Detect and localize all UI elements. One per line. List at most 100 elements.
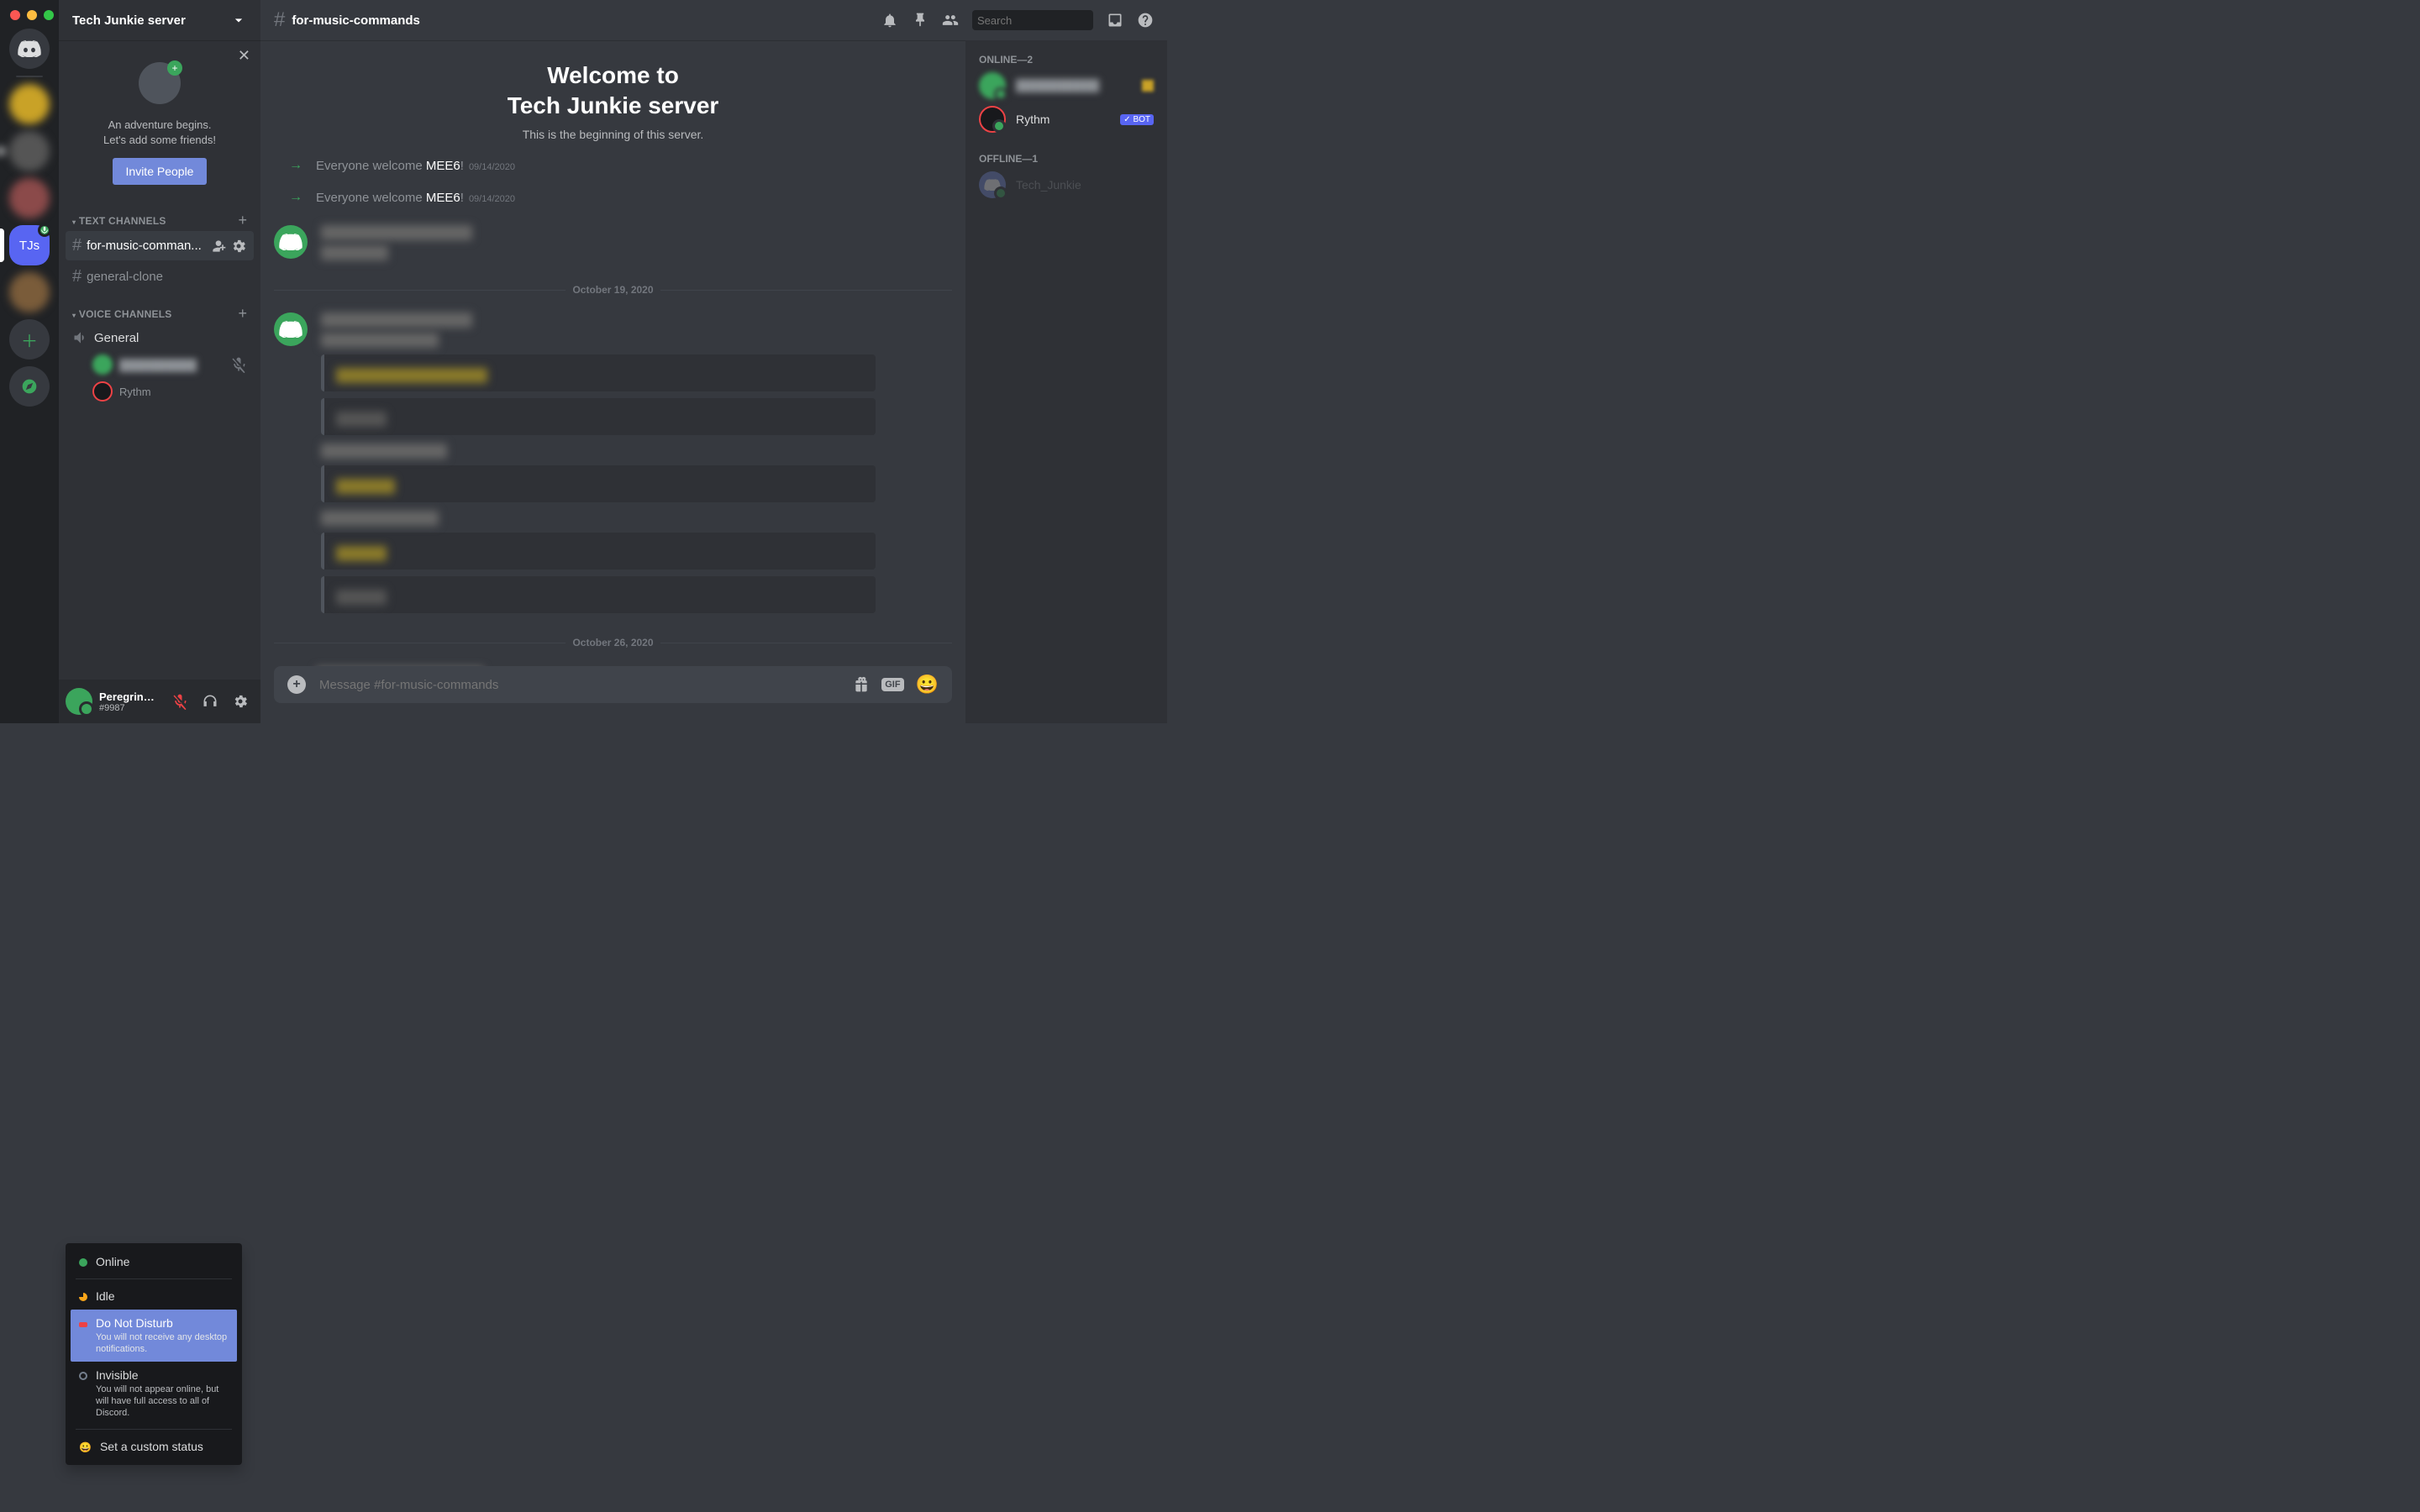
explore-button[interactable]: [9, 366, 50, 407]
pin-icon[interactable]: [912, 12, 929, 29]
messages-pane: Welcome toTech Junkie server This is the…: [260, 40, 965, 723]
invisible-icon: [79, 1372, 87, 1380]
embed: [321, 533, 876, 570]
voice-channel-general[interactable]: General: [66, 324, 254, 351]
add-channel-button[interactable]: +: [238, 212, 247, 229]
guild-item[interactable]: [9, 84, 50, 124]
server-name: Tech Junkie server: [72, 13, 186, 28]
close-icon[interactable]: ✕: [238, 47, 250, 65]
message-scroll[interactable]: Welcome toTech Junkie server This is the…: [260, 40, 965, 666]
minimize-window[interactable]: [27, 10, 37, 20]
date-divider: October 26, 2020: [274, 637, 952, 648]
channel-general-clone[interactable]: # general-clone: [66, 262, 254, 291]
emoji-button[interactable]: 😀: [916, 674, 939, 696]
window-controls: [10, 10, 54, 20]
chevron-down-icon: [230, 12, 247, 29]
invite-people-button[interactable]: Invite People: [113, 158, 208, 185]
guild-item[interactable]: [9, 131, 50, 171]
channel-title: for-music-commands: [292, 13, 881, 28]
system-join-message: → Everyone welcome MEE6!09/14/2020: [274, 186, 952, 208]
status-idle[interactable]: Idle: [71, 1283, 237, 1310]
status-online[interactable]: Online: [71, 1248, 237, 1275]
members-icon[interactable]: [942, 12, 959, 29]
search-box[interactable]: [972, 10, 1093, 30]
voice-badge-icon: [38, 223, 51, 237]
compose-box[interactable]: + GIF 😀: [274, 666, 952, 703]
avatar[interactable]: [274, 225, 308, 259]
avatar[interactable]: [274, 312, 308, 346]
bot-badge: ✓ BOT: [1120, 114, 1154, 125]
user-avatar[interactable]: [66, 688, 92, 715]
invite-text: An adventure begins.Let's add some frien…: [103, 118, 216, 148]
welcome-header: Welcome toTech Junkie server This is the…: [274, 60, 952, 141]
home-button[interactable]: [9, 29, 50, 69]
compass-icon: [21, 378, 38, 395]
main-content: # for-music-commands Welcome toTech Junk…: [260, 0, 1167, 723]
message: [274, 306, 952, 620]
add-channel-button[interactable]: +: [238, 305, 247, 323]
guild-item[interactable]: [9, 272, 50, 312]
guild-bar: TJs ＋: [0, 0, 59, 723]
channel-header: # for-music-commands: [260, 0, 1167, 40]
attach-button[interactable]: +: [287, 675, 306, 694]
dnd-icon: [79, 1322, 87, 1327]
search-input[interactable]: [977, 14, 1125, 27]
voice-channels-category[interactable]: ▾ VOICE CHANNELS +: [66, 291, 254, 323]
avatar: [979, 106, 1006, 133]
close-window[interactable]: [10, 10, 20, 20]
member-item-offline[interactable]: Tech_Junkie: [972, 168, 1160, 202]
add-server-button[interactable]: ＋: [9, 319, 50, 360]
embed: [321, 576, 876, 613]
member-item[interactable]: ██████████: [972, 69, 1160, 102]
system-join-message: → Everyone welcome MEE6!09/14/2020: [274, 155, 952, 176]
gift-icon[interactable]: [853, 676, 870, 693]
message-input[interactable]: [319, 678, 839, 692]
guild-acronym: TJs: [19, 239, 39, 253]
message: [274, 218, 952, 267]
invite-card: ✕ + An adventure begins.Let's add some f…: [59, 40, 260, 198]
mute-button[interactable]: [166, 688, 193, 715]
embed: [321, 354, 876, 391]
embed: [321, 398, 876, 435]
gif-button[interactable]: GIF: [881, 678, 903, 691]
invite-avatar-icon: +: [139, 62, 181, 104]
members-list: ONLINE—2 ██████████ Rythm ✓ BOT OFFLINE—…: [965, 40, 1167, 723]
user-info[interactable]: Peregrinepo... #9987: [99, 690, 160, 713]
date-divider: October 19, 2020: [274, 284, 952, 296]
voice-user-rythm[interactable]: Rythm: [66, 378, 254, 405]
status-custom[interactable]: 😀 Set a custom status: [71, 1433, 237, 1460]
idle-icon: [79, 1293, 87, 1301]
voice-user[interactable]: ██████████: [66, 351, 254, 378]
notifications-icon[interactable]: [881, 12, 898, 29]
avatar: [979, 171, 1006, 198]
invite-icon[interactable]: [210, 238, 227, 255]
member-item-rythm[interactable]: Rythm ✓ BOT: [972, 102, 1160, 136]
members-offline-header: OFFLINE—1: [972, 153, 1160, 165]
channel-for-music-commands[interactable]: # for-music-comman...: [66, 231, 254, 260]
embed: [321, 465, 876, 502]
guild-item-selected[interactable]: TJs: [9, 225, 50, 265]
speaker-icon: [72, 329, 89, 346]
inbox-icon[interactable]: [1107, 12, 1123, 29]
members-online-header: ONLINE—2: [972, 54, 1160, 66]
hash-icon: #: [72, 267, 82, 286]
mute-icon: [230, 356, 247, 373]
channel-sidebar: Tech Junkie server ✕ + An adventure begi…: [59, 0, 260, 723]
maximize-window[interactable]: [44, 10, 54, 20]
channel-list: ▾ TEXT CHANNELS + # for-music-comman... …: [59, 198, 260, 680]
gear-icon[interactable]: [230, 238, 247, 255]
emoji-icon: 😀: [79, 1441, 92, 1453]
help-icon[interactable]: [1137, 12, 1154, 29]
compose-area: + GIF 😀: [260, 666, 965, 723]
text-channels-category[interactable]: ▾ TEXT CHANNELS +: [66, 198, 254, 229]
guild-item[interactable]: [9, 178, 50, 218]
join-arrow-icon: →: [289, 158, 302, 173]
hash-icon: #: [72, 236, 82, 255]
hash-icon: #: [274, 8, 285, 32]
system-join-message: →: [274, 659, 952, 666]
status-invisible[interactable]: Invisible You will not appear online, bu…: [71, 1362, 237, 1425]
deafen-button[interactable]: [197, 688, 224, 715]
settings-button[interactable]: [227, 688, 254, 715]
server-header[interactable]: Tech Junkie server: [59, 0, 260, 40]
status-dnd[interactable]: Do Not Disturb You will not receive any …: [71, 1310, 237, 1362]
